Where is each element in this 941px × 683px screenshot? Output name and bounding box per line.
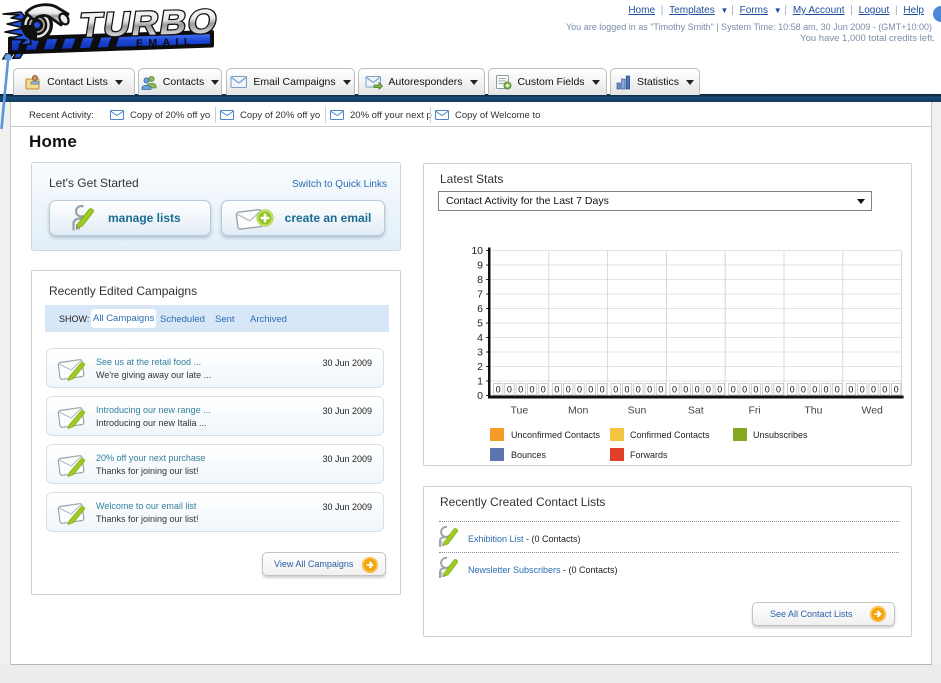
- svg-text:0: 0: [706, 385, 711, 395]
- svg-text:0: 0: [624, 385, 629, 395]
- svg-text:0: 0: [566, 385, 571, 395]
- svg-text:0: 0: [790, 385, 795, 395]
- svg-text:Fri: Fri: [748, 405, 760, 417]
- svg-text:Thu: Thu: [804, 405, 822, 417]
- svg-text:0: 0: [658, 385, 663, 395]
- svg-text:Sun: Sun: [628, 405, 647, 417]
- svg-text:2: 2: [477, 361, 483, 373]
- svg-text:0: 0: [554, 385, 559, 395]
- svg-text:0: 0: [742, 385, 747, 395]
- svg-text:6: 6: [477, 303, 483, 315]
- svg-text:0: 0: [541, 385, 546, 395]
- svg-text:10: 10: [471, 245, 483, 257]
- svg-text:5: 5: [477, 318, 483, 330]
- svg-text:0: 0: [835, 385, 840, 395]
- svg-text:0: 0: [765, 385, 770, 395]
- svg-text:8: 8: [477, 274, 483, 286]
- svg-text:0: 0: [496, 385, 501, 395]
- svg-text:0: 0: [672, 385, 677, 395]
- svg-text:0: 0: [871, 385, 876, 395]
- svg-text:TURBO: TURBO: [77, 2, 222, 45]
- svg-text:0: 0: [636, 385, 641, 395]
- svg-text:0: 0: [507, 385, 512, 395]
- svg-text:Tue: Tue: [511, 405, 529, 417]
- svg-text:0: 0: [731, 385, 736, 395]
- svg-text:0: 0: [894, 385, 899, 395]
- svg-text:0: 0: [717, 385, 722, 395]
- svg-text:4: 4: [477, 332, 483, 344]
- svg-text:0: 0: [848, 385, 853, 395]
- svg-text:Mon: Mon: [568, 405, 589, 417]
- svg-text:9: 9: [477, 260, 483, 272]
- svg-text:0: 0: [613, 385, 618, 395]
- svg-text:0: 0: [518, 385, 523, 395]
- svg-text:0: 0: [860, 385, 865, 395]
- svg-text:0: 0: [812, 385, 817, 395]
- svg-text:7: 7: [477, 289, 483, 301]
- svg-text:0: 0: [600, 385, 605, 395]
- svg-text:0: 0: [477, 390, 483, 402]
- svg-text:0: 0: [801, 385, 806, 395]
- svg-text:0: 0: [753, 385, 758, 395]
- svg-text:0: 0: [588, 385, 593, 395]
- svg-text:1: 1: [477, 376, 483, 388]
- svg-text:Wed: Wed: [861, 405, 883, 417]
- svg-text:0: 0: [577, 385, 582, 395]
- svg-text:0: 0: [776, 385, 781, 395]
- svg-text:0: 0: [695, 385, 700, 395]
- svg-text:Sat: Sat: [688, 405, 704, 417]
- svg-text:0: 0: [647, 385, 652, 395]
- svg-text:0: 0: [529, 385, 534, 395]
- svg-text:0: 0: [683, 385, 688, 395]
- svg-text:3: 3: [477, 347, 483, 359]
- svg-text:0: 0: [882, 385, 887, 395]
- svg-text:0: 0: [823, 385, 828, 395]
